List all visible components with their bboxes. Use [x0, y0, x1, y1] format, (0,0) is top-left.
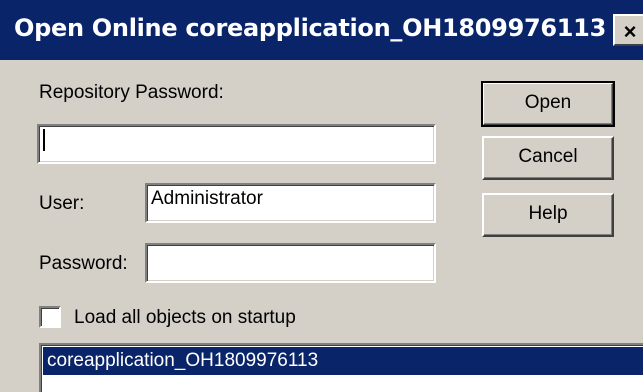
text-caret — [43, 129, 45, 151]
password-label: Password: — [39, 253, 128, 274]
list-item[interactable]: coreapplication_OH1809976113 — [43, 347, 643, 375]
user-label: User: — [39, 193, 85, 214]
close-icon: × — [623, 19, 637, 44]
repository-password-field[interactable] — [37, 124, 436, 164]
window-title: Open Online coreapplication_OH1809976113 — [14, 14, 606, 42]
help-button[interactable]: Help — [482, 193, 614, 237]
close-button[interactable]: × — [613, 14, 643, 46]
load-all-label[interactable]: Load all objects on startup — [74, 307, 296, 329]
password-field[interactable] — [145, 243, 436, 283]
repository-password-label: Repository Password: — [39, 82, 224, 103]
title-bar[interactable]: Open Online coreapplication_OH1809976113 — [0, 0, 643, 60]
open-button[interactable]: Open — [481, 81, 615, 127]
cancel-button[interactable]: Cancel — [482, 136, 614, 180]
application-list[interactable]: coreapplication_OH1809976113 — [39, 343, 643, 392]
user-field[interactable]: Administrator — [145, 183, 436, 223]
load-all-checkbox[interactable] — [39, 306, 61, 328]
open-online-dialog: Open Online coreapplication_OH1809976113… — [0, 0, 643, 392]
